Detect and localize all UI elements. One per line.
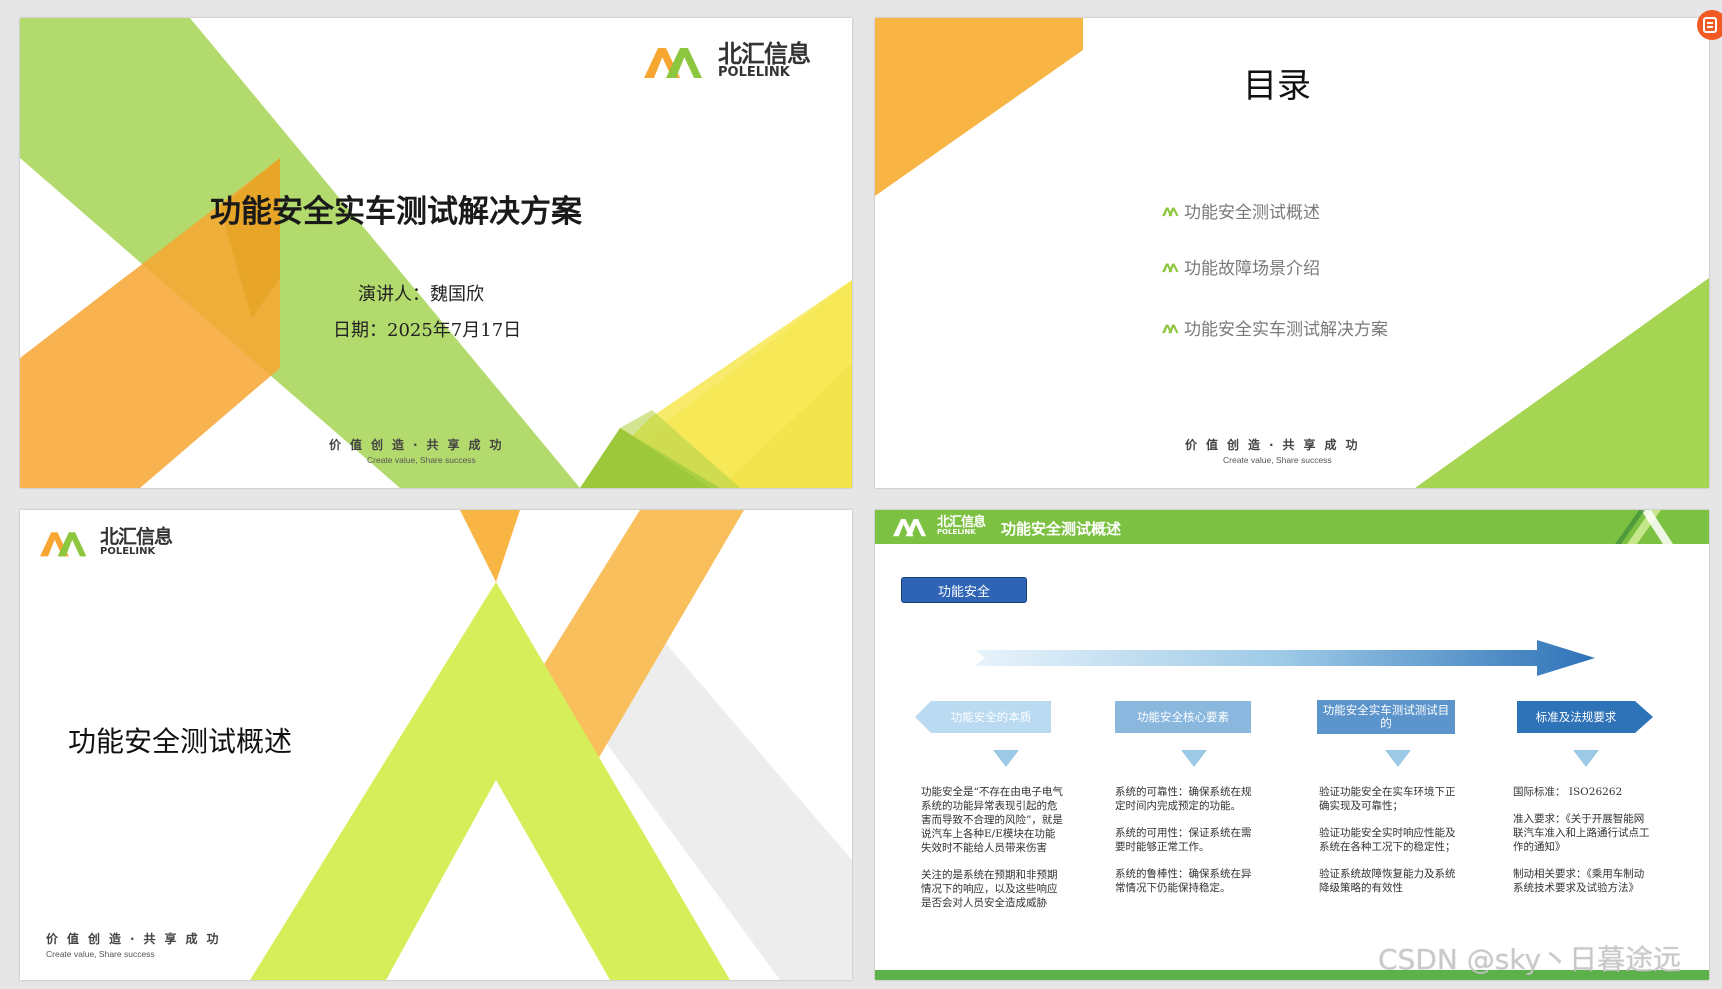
down-triangle-icon [1573,750,1599,767]
column-paragraph: 系统的鲁棒性：确保系统在异常情况下仍能保持稳定。 [1115,868,1252,894]
column-title-3: 功能安全实车测试测试目的 [1322,703,1450,730]
toc-item-label: 功能安全测试概述 [1184,203,1320,223]
polelink-logo-icon [40,532,87,557]
presentation-date: 日期：2025年7月17日 [333,320,522,341]
brand-name-en: POLELINK [937,528,976,536]
presenter-name: 演讲人：魏国欣 [358,284,484,305]
column-body-2: 系统的可靠性：确保系统在规定时间内完成预定的功能。 系统的可用性：保证系统在需要… [1115,785,1257,908]
polelink-logo-icon [893,519,927,537]
slide-section[interactable]: 北汇信息 POLELINK 功能安全测试概述 价值创造·共享成功 Create … [20,510,852,980]
brand-name-cn: 北汇信息 [100,525,173,548]
toc-item-1[interactable]: 功能安全测试概述 [1162,198,1320,223]
column-body-1: 功能安全是“不存在由电子电气系统的功能异常表现引起的危害而导致不合理的风险”，就… [921,785,1063,923]
brand-logo: 北汇信息 POLELINK [893,514,986,538]
slogan-cn: 价值创造·共享成功 [46,932,228,946]
toc-item-label: 功能故障场景介绍 [1184,259,1320,279]
column-paragraph: 制动相关要求：《乘用车制动系统技术要求及试验方法》 [1513,868,1645,894]
watermark-text: CSDN @sky丶日暮途远 [1378,943,1682,976]
header-title: 功能安全测试概述 [1001,520,1122,538]
down-triangle-icon [1385,750,1411,767]
floating-tool-icon[interactable] [1697,10,1722,40]
slogan-cn: 价值创造·共享成功 [329,438,511,452]
tag-functional-safety[interactable]: 功能安全 [901,577,1027,603]
slogan-en: Create value, Share success [367,455,476,465]
header-x-decoration-icon [1615,510,1673,544]
column-paragraph: 验证功能安全实时响应性能及系统在各种工况下的稳定性； [1319,827,1456,853]
presentation-title: 功能安全实车测试解决方案 [210,194,582,230]
down-triangle-icon [993,750,1019,767]
slide-title[interactable]: 北汇信息 POLELINK 功能安全实车测试解决方案 演讲人：魏国欣 日期：20… [20,18,852,488]
toc-item-label: 功能安全实车测试解决方案 [1184,320,1388,340]
document-icon [1703,17,1717,33]
timeline-arrow-icon [975,640,1595,676]
brand-logo: 北汇信息 POLELINK [40,525,173,558]
slogan-en: Create value, Share success [46,949,155,959]
column-paragraph: 系统的可用性：保证系统在需要时能够正常工作。 [1115,827,1252,853]
slide-background [20,18,852,488]
column-paragraph: 国际标准： ISO26262 [1513,786,1623,798]
toc-item-2[interactable]: 功能故障场景介绍 [1162,254,1320,279]
column-paragraph: 关注的是系统在预期和非预期情况下的响应，以及这些响应是否会对人员安全造成威胁 [921,869,1058,909]
slogan-cn: 价值创造·共享成功 [1185,438,1367,452]
column-paragraph: 准入要求：《关于开展智能网联汽车准入和上路通行试点工作的通知》 [1513,813,1650,853]
slogan-en: Create value, Share success [1223,455,1332,465]
column-paragraph: 验证功能安全在实车环境下正确实现及可靠性； [1319,786,1456,812]
bullet-logo-icon [1162,324,1179,333]
polelink-logo-icon [644,48,702,78]
toc-item-3[interactable]: 功能安全实车测试解决方案 [1162,315,1388,340]
column-title-2: 功能安全核心要素 [1137,709,1229,724]
toc-title: 目录 [1243,66,1311,106]
column-title-1: 功能安全的本质 [950,709,1032,724]
column-body-3: 验证功能安全在实车环境下正确实现及可靠性； 验证功能安全实时响应性能及系统在各种… [1319,785,1459,908]
column-paragraph: 功能安全是“不存在由电子电气系统的功能异常表现引起的危害而导致不合理的风险”，就… [921,786,1063,854]
slide-overview[interactable]: 北汇信息 POLELINK 功能安全测试概述 功能安全 功能安全的本质 功能安全… [875,510,1709,980]
column-title-4: 标准及法规要求 [1535,709,1617,724]
brand-logo: 北汇信息 POLELINK [644,39,811,80]
bullet-logo-icon [1162,263,1179,272]
column-paragraph: 验证系统故障恢复能力及系统降级策略的有效性 [1319,868,1456,894]
down-triangle-icon [1181,750,1207,767]
bullet-logo-icon [1162,207,1179,216]
brand-name-en: POLELINK [100,545,156,557]
slide-toc[interactable]: 目录 功能安全测试概述 功能故障场景介绍 功能安全实车测试解决方案 价值创造·共… [875,18,1709,488]
column-body-4: 国际标准： ISO26262 准入要求：《关于开展智能网联汽车准入和上路通行试点… [1513,785,1653,908]
brand-name-cn: 北汇信息 [718,39,811,68]
section-title: 功能安全测试概述 [68,725,293,758]
column-paragraph: 系统的可靠性：确保系统在规定时间内完成预定的功能。 [1115,786,1252,812]
